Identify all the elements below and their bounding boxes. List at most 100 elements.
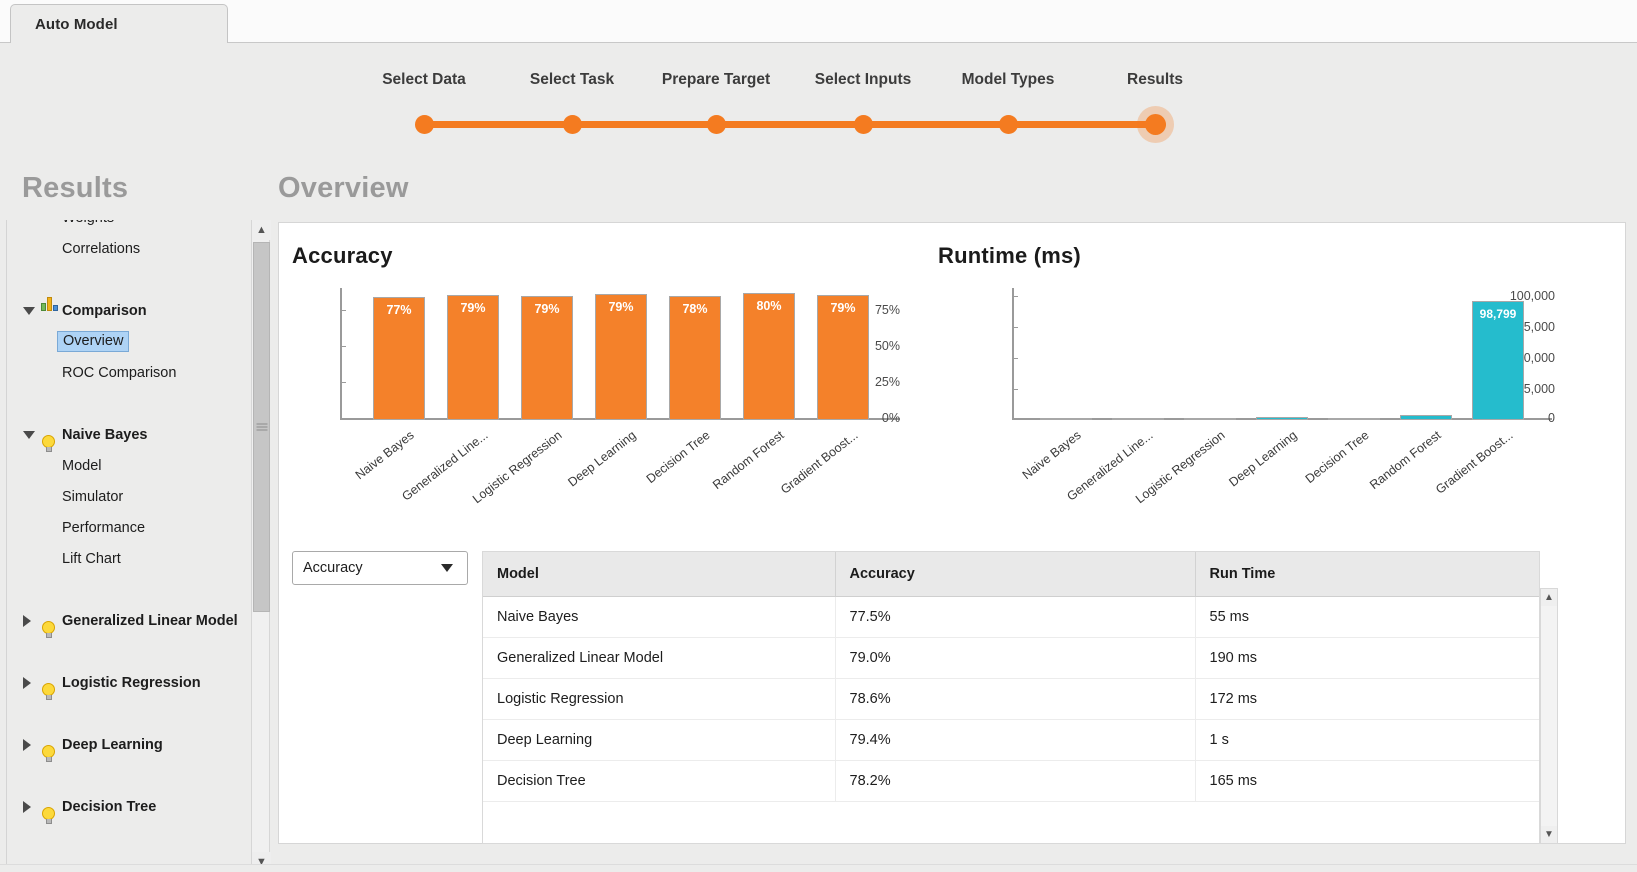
sidebar-group-decision-tree[interactable]: Decision Tree	[7, 791, 251, 822]
accuracy-ytick-label: 50%	[866, 339, 900, 353]
accuracy-bar-value: 78%	[670, 302, 720, 316]
runtime-bar[interactable]	[1328, 418, 1380, 420]
wizard-dot-prepare-target[interactable]	[707, 115, 726, 134]
wizard-step-label: Select Inputs	[815, 71, 911, 89]
accuracy-bar-value: 80%	[744, 299, 794, 313]
metric-select-value: Accuracy	[303, 560, 363, 576]
chevron-down-icon[interactable]: ▼	[1541, 826, 1557, 843]
sidebar-item-lift-chart[interactable]: Lift Chart	[7, 543, 251, 574]
chevron-right-icon[interactable]	[23, 677, 31, 689]
sidebar-group-deep-learning[interactable]: Deep Learning	[7, 729, 251, 760]
tab-auto-model[interactable]: Auto Model	[10, 4, 228, 43]
chevron-right-icon[interactable]	[23, 739, 31, 751]
sidebar-item-label: ROC Comparison	[62, 365, 176, 381]
table-row[interactable]: Logistic Regression 78.6% 172 ms	[483, 678, 1540, 719]
table-row[interactable]: Generalized Linear Model 79.0% 190 ms	[483, 637, 1540, 678]
sidebar-item-correlations[interactable]: Correlations	[7, 233, 251, 264]
scrollbar-grip-icon	[256, 424, 267, 431]
results-sidebar[interactable]: Weights Correlations Comparison Overview…	[6, 220, 251, 872]
cell-model: Logistic Regression	[483, 678, 835, 719]
table-row[interactable]: Decision Tree 78.2% 165 ms	[483, 760, 1540, 801]
sidebar-group-naive-bayes[interactable]: Naive Bayes	[7, 419, 251, 450]
runtime-bar[interactable]	[1256, 417, 1308, 420]
column-header-model[interactable]: Model	[483, 552, 835, 596]
wizard-track	[424, 121, 1166, 128]
tab-bar: Auto Model	[0, 0, 1637, 43]
chevron-right-icon[interactable]	[23, 615, 31, 627]
sidebar-group-comparison[interactable]: Comparison	[7, 295, 251, 326]
cell-run-time: 190 ms	[1195, 637, 1540, 678]
wizard-step-select-inputs[interactable]: Select Inputs	[815, 71, 911, 89]
sidebar-spacer	[7, 264, 251, 295]
metric-select[interactable]: Accuracy	[292, 551, 468, 585]
wizard-step-results[interactable]: Results	[1127, 71, 1183, 89]
sidebar-item-performance[interactable]: Performance	[7, 512, 251, 543]
sidebar-item-overview[interactable]: Overview	[7, 326, 251, 357]
bottom-strip	[0, 864, 1637, 872]
accuracy-bar[interactable]: 77%	[373, 297, 425, 420]
cell-model: Naive Bayes	[483, 596, 835, 637]
wizard-step-prepare-target[interactable]: Prepare Target	[662, 71, 770, 89]
sidebar-spacer	[7, 760, 251, 791]
wizard-step-select-task[interactable]: Select Task	[530, 71, 614, 89]
runtime-bar[interactable]: 98,799	[1472, 301, 1524, 420]
runtime-chart-title: Runtime (ms)	[938, 243, 1081, 269]
accuracy-bar[interactable]: 78%	[669, 296, 721, 420]
accuracy-bar[interactable]: 79%	[447, 295, 499, 420]
runtime-bar[interactable]	[1184, 418, 1236, 420]
sidebar-scrollbar[interactable]: ▲ ▼	[251, 220, 270, 872]
table-row[interactable]: Deep Learning 79.4% 1 s	[483, 719, 1540, 760]
chevron-down-icon[interactable]	[441, 564, 453, 572]
wizard-step-label: Results	[1127, 71, 1183, 89]
chevron-right-icon[interactable]	[23, 801, 31, 813]
wizard-step-label: Select Data	[382, 71, 466, 89]
sidebar-scrollbar-thumb[interactable]	[253, 242, 270, 612]
chevron-down-icon[interactable]	[23, 431, 35, 439]
sidebar-item-weights[interactable]: Weights	[7, 220, 251, 233]
wizard-dot-select-data[interactable]	[415, 115, 434, 134]
sidebar-item-simulator[interactable]: Simulator	[7, 481, 251, 512]
column-header-accuracy[interactable]: Accuracy	[835, 552, 1195, 596]
column-header-run-time[interactable]: Run Time	[1195, 552, 1540, 596]
table-header-row: Model Accuracy Run Time	[483, 552, 1540, 596]
runtime-chart: 100,000 75,000 50,000 25,000 0 98,799	[940, 288, 1555, 420]
sidebar-item-label: Simulator	[62, 489, 123, 505]
table-scrollbar[interactable]: ▲ ▼	[1540, 588, 1558, 844]
cell-accuracy: 79.4%	[835, 719, 1195, 760]
chevron-down-icon[interactable]	[23, 307, 35, 315]
wizard-step-select-data[interactable]: Select Data	[382, 71, 466, 89]
accuracy-bar-value: 79%	[522, 302, 572, 316]
chevron-up-icon[interactable]: ▲	[1541, 589, 1557, 606]
sidebar-group-logistic-regression[interactable]: Logistic Regression	[7, 667, 251, 698]
accuracy-bar[interactable]: 80%	[743, 293, 795, 420]
sidebar-item-label: Weights	[62, 220, 114, 226]
runtime-bar[interactable]	[1040, 418, 1092, 420]
runtime-bar[interactable]	[1112, 418, 1164, 420]
sidebar-group-generalized-linear-model[interactable]: Generalized Linear Model	[7, 605, 251, 636]
results-table[interactable]: Model Accuracy Run Time Naive Bayes 77.5…	[482, 551, 1540, 844]
accuracy-ytick-label: 25%	[866, 375, 900, 389]
runtime-bar[interactable]	[1400, 415, 1452, 420]
accuracy-bar-value: 79%	[818, 301, 868, 315]
accuracy-bar[interactable]: 79%	[817, 295, 869, 420]
sidebar-item-roc-comparison[interactable]: ROC Comparison	[7, 357, 251, 388]
accuracy-chart-title: Accuracy	[292, 243, 393, 269]
accuracy-ytick-label: 75%	[866, 303, 900, 317]
accuracy-bar-value: 79%	[596, 300, 646, 314]
cell-accuracy: 77.5%	[835, 596, 1195, 637]
accuracy-bar[interactable]: 79%	[521, 296, 573, 420]
wizard-step-model-types[interactable]: Model Types	[962, 71, 1055, 89]
cell-accuracy: 78.6%	[835, 678, 1195, 719]
chevron-up-icon[interactable]: ▲	[252, 220, 271, 240]
wizard-dot-results[interactable]	[1145, 114, 1166, 135]
wizard-dot-select-task[interactable]	[563, 115, 582, 134]
cell-accuracy: 79.0%	[835, 637, 1195, 678]
accuracy-bar[interactable]: 79%	[595, 294, 647, 420]
sidebar-group-label: Logistic Regression	[7, 675, 201, 691]
table-row[interactable]: Naive Bayes 77.5% 55 ms	[483, 596, 1540, 637]
sidebar-item-model[interactable]: Model	[7, 450, 251, 481]
wizard-dot-model-types[interactable]	[999, 115, 1018, 134]
page-title-results: Results	[22, 172, 128, 205]
wizard-dot-select-inputs[interactable]	[854, 115, 873, 134]
cell-run-time: 172 ms	[1195, 678, 1540, 719]
